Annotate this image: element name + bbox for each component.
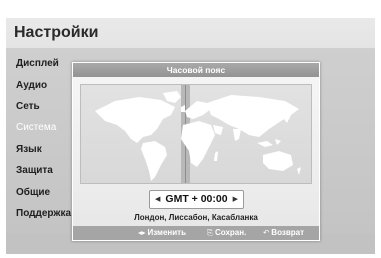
menu-item-security[interactable]: Защита <box>16 165 53 176</box>
menu-item-display[interactable]: Дисплей <box>16 58 59 69</box>
menu-item-network[interactable]: Сеть <box>16 101 40 112</box>
menu-item-general[interactable]: Общие <box>16 187 50 198</box>
settings-screen: Настройки Дисплей Аудио Сеть Система Язы… <box>6 18 375 254</box>
world-map <box>80 84 312 184</box>
dialog-title: Часовой пояс <box>73 63 319 77</box>
menu-item-language[interactable]: Язык <box>16 144 42 155</box>
return-hint[interactable]: ↶ Возврат <box>263 226 304 240</box>
page-title: Настройки <box>14 24 99 41</box>
enter-key-icon: ⎘ <box>207 228 213 237</box>
menu-item-support[interactable]: Поддержка <box>16 208 71 219</box>
change-label: Изменить <box>147 228 187 237</box>
arrow-right-icon[interactable]: ▶ <box>233 191 238 208</box>
save-label: Сохран. <box>215 228 247 237</box>
world-map-icon <box>95 85 301 183</box>
timezone-cities: Лондон, Лиссабон, Касабланка <box>134 213 258 222</box>
change-hint[interactable]: ◂▸ Изменить <box>138 226 186 240</box>
menu-item-system[interactable]: Система <box>16 122 56 133</box>
menu-item-audio[interactable]: Аудио <box>16 80 47 91</box>
save-hint[interactable]: ⎘ Сохран. <box>207 226 246 240</box>
left-right-arrows-icon: ◂▸ <box>138 228 146 237</box>
arrow-left-icon[interactable]: ◀ <box>155 191 160 208</box>
timezone-value: GMT + 00:00 <box>165 193 228 205</box>
return-arrow-icon: ↶ <box>263 228 270 237</box>
timezone-dialog: Часовой пояс ◀ GMT + 00:00 ▶ Лондон, Лис… <box>72 62 320 241</box>
dialog-footer: ◂▸ Изменить ⎘ Сохран. ↶ Возврат <box>73 226 319 240</box>
return-label: Возврат <box>271 228 305 237</box>
timezone-selector[interactable]: ◀ GMT + 00:00 ▶ <box>149 190 244 209</box>
